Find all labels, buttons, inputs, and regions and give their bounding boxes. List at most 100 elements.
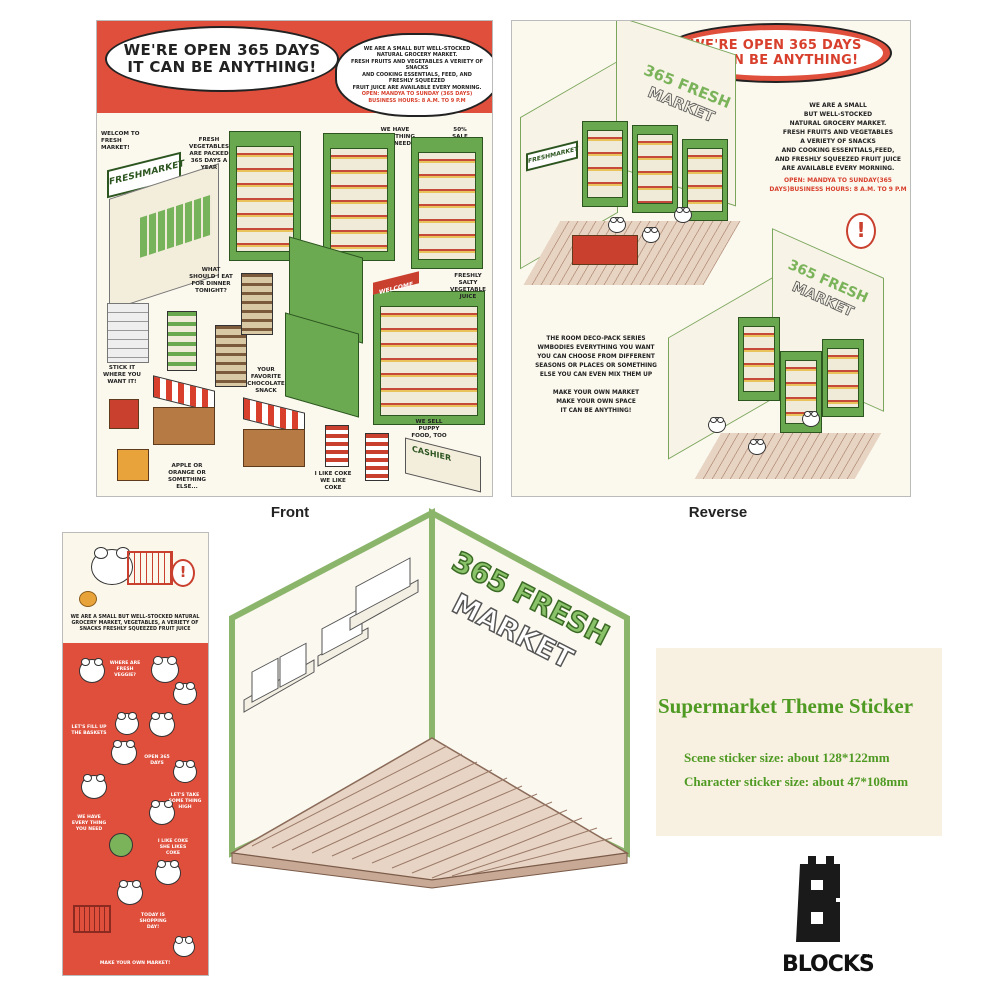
character-note-6: I LIKE COKE SHE LIKES COKE — [157, 839, 189, 856]
front-coke-note: I LIKE COKE WE LIKE COKE — [314, 471, 352, 491]
front-intro-line3: FRESH FRUITS AND VEGETABLES A VERIETY OF… — [351, 58, 484, 72]
reverse-series-line2: WMBODIES EVERYTHING YOU WANT — [537, 345, 655, 351]
product-info-box: Supermarket Theme Sticker Scene sticker … — [656, 648, 942, 836]
front-headline-line2: IT CAN BE ANYTHING! — [127, 58, 317, 76]
reverse-make-line3: IT CAN BE ANYTHING! — [560, 408, 632, 414]
reverse-make-line2: MAKE YOUR OWN SPACE — [556, 399, 636, 405]
reverse-room2-shelf-3 — [822, 339, 864, 417]
front-dinner-note: WHAT SHOULD I EAT FOR DINNER TONIGHT? — [189, 267, 233, 294]
reverse-room2-floor — [694, 433, 882, 479]
front-corner-shelf — [373, 291, 485, 425]
character-bear-11 — [117, 879, 143, 905]
front-display-rack-2 — [365, 433, 389, 481]
reverse-room2-shelf-1 — [738, 317, 780, 401]
reverse-intro-line3: NATURAL GROCERY MARKET. — [789, 120, 887, 127]
character-size-text: Character sticker size: about 47*108mm — [684, 774, 909, 789]
character-shopping-cart — [127, 551, 173, 585]
product-title: Supermarket Theme Sticker — [658, 694, 914, 718]
reverse-series-line5: ELSE YOU CAN EVEN MIX THEM UP — [539, 372, 653, 378]
reverse-room1-bear-2 — [642, 226, 660, 243]
front-shelf-3 — [411, 137, 483, 269]
reverse-sticker-sheet: WE'RE OPEN 365 DAYS IT CAN BE ANYTHING! … — [511, 20, 911, 497]
reverse-intro-line8: ARE AVAILABLE EVERY MORNING. — [781, 165, 895, 172]
reverse-intro-line2: BUT WELL-STOCKED — [803, 111, 873, 118]
character-intro: WE ARE A SMALL BUT WELL-STOCKED NATURAL … — [70, 615, 200, 633]
front-cashier-text: CASHIER — [412, 444, 452, 464]
front-chocolate-note: YOUR FAVORITE CHOCOLATE SNACK — [247, 367, 285, 394]
character-bear-7 — [173, 760, 197, 783]
reverse-intro-line7: AND FRESHLY SQUEEZED FRUIT JUICE — [774, 156, 902, 163]
character-note-7: TODAY IS SHOPPING DAY! — [139, 913, 167, 930]
character-note-4: LET'S TAKE SOME THING HIGH — [168, 793, 202, 810]
reverse-intro-line4: FRESH FRUITS AND VEGETABLES — [782, 129, 894, 136]
blocks-logo: BLOCKS TM — [778, 852, 875, 982]
front-orange-crate — [117, 449, 149, 481]
front-bottle-rack — [167, 311, 197, 371]
character-bear-3 — [173, 682, 197, 705]
front-stall-1 — [153, 407, 215, 445]
blocks-logo-word: BLOCKS — [782, 952, 875, 977]
reverse-make-line1: MAKE YOUR OWN MARKET — [552, 390, 640, 396]
front-apple-crate — [109, 399, 139, 429]
character-bear-2 — [151, 655, 179, 683]
front-snack-stack — [107, 303, 149, 363]
reverse-series-text: THE ROOM DECO-PACK SERIES WMBODIES EVERY… — [528, 335, 664, 416]
reverse-series-line1: THE ROOM DECO-PACK SERIES — [546, 336, 646, 342]
reverse-caption: Reverse — [688, 504, 748, 521]
character-cart-2 — [73, 905, 111, 933]
front-intro-bubble: WE ARE A SMALL BUT WELL-STOCKED NATURAL … — [335, 33, 492, 117]
character-note-1: WHERE ARE FRESH VEGGIE? — [109, 661, 141, 678]
reverse-room2-bear-2 — [748, 438, 766, 455]
front-headline-bubble: WE'RE OPEN 365 DAYS IT CAN BE ANYTHING! — [105, 26, 339, 92]
character-bear-10 — [155, 859, 181, 885]
reverse-hours-line1: OPEN: MANDYA TO SUNDAY(365 — [784, 177, 892, 184]
reverse-room1-bear-3 — [674, 206, 692, 223]
front-stick-it-note: STICK IT WHERE YOU WANT IT! — [103, 365, 141, 385]
character-bottom-note: MAKE YOUR OWN MARKET! — [99, 961, 171, 966]
character-bear-12 — [173, 936, 195, 957]
blocks-logo-mark — [796, 856, 840, 942]
character-note-5: WE HAVE EVERY THING YOU NEED — [71, 815, 107, 832]
front-sticker-sheet: WE'RE OPEN 365 DAYS IT CAN BE ANYTHING! … — [96, 20, 493, 497]
scene-size-text: Scene sticker size: about 128*122mm — [684, 750, 890, 765]
reverse-room2-bear-1 — [708, 416, 726, 433]
front-headline-line1: WE'RE OPEN 365 DAYS — [123, 41, 321, 59]
reverse-room2-bear-3 — [802, 410, 820, 427]
character-red-panel: WHERE ARE FRESH VEGGIE? LET'S FILL UP TH… — [63, 643, 208, 975]
character-bear-4 — [115, 712, 139, 735]
character-sticker-sheet: ! WE ARE A SMALL BUT WELL-STOCKED NATURA… — [62, 532, 209, 976]
character-green-blob — [109, 833, 133, 857]
front-hours-line2: BUSINESS HOURS: 8 A.M. TO 9 P.M — [368, 97, 466, 104]
character-note-2: LET'S FILL UP THE BASKETS — [71, 725, 107, 736]
character-fruit — [79, 591, 97, 607]
reverse-intro-line1: WE ARE A SMALL — [809, 102, 867, 109]
front-apple-note: APPLE OR ORANGE OR SOMETHING ELSE... — [167, 463, 207, 490]
character-note-3: OPEN 365 DAYS — [144, 755, 170, 766]
character-exclaim-icon: ! — [171, 559, 195, 587]
reverse-series-line4: SEASONS OR PLACES OR SOMETHING — [535, 363, 657, 369]
character-top-panel: ! WE ARE A SMALL BUT WELL-STOCKED NATURA… — [63, 533, 208, 643]
character-bear-5 — [111, 739, 137, 765]
reverse-intro: WE ARE A SMALL BUT WELL-STOCKED NATURAL … — [768, 101, 908, 194]
blocks-logo-tm: TM — [862, 954, 870, 960]
reverse-exclaim-bubble: ! — [846, 213, 876, 249]
reverse-intro-line6: AND COOKING ESSENTIALS,FEED, — [781, 147, 895, 154]
front-juice-note: FRESHLY SALTY VEGETABLE JUICE — [450, 273, 486, 300]
front-intro-line4: AND COOKING ESSENTIALS, FEED, AND FRESHL… — [362, 71, 472, 85]
reverse-room1-shelf-2 — [632, 125, 678, 213]
front-display-rack — [325, 425, 349, 467]
front-welcome-note: WELCOM TO FRESH MARKET! — [101, 131, 140, 151]
reverse-series-line3: YOU CAN CHOOSE FROM DIFFERENT — [537, 354, 655, 360]
front-can-rack-2 — [241, 273, 273, 335]
character-bear-6 — [149, 711, 175, 737]
character-bear-8 — [81, 773, 107, 799]
front-shelf-2 — [323, 133, 395, 261]
reverse-hours-line2: DAYS)BUSINESS HOURS: 8 A.M. TO 9 P.M — [769, 186, 907, 193]
reverse-room1-bear-1 — [608, 216, 626, 233]
reverse-intro-line5: A VERIETY OF SNACKS — [800, 138, 876, 145]
front-cashier-counter: CASHIER — [405, 437, 481, 493]
front-puppy-note: WE SELL PUPPY FOOD, TOO — [411, 419, 447, 439]
character-bear-1 — [79, 657, 105, 683]
front-hours-line1: OPEN: MANDYA TO SUNDAY (365 DAYS) — [361, 91, 473, 98]
reverse-room1-crates — [572, 235, 638, 265]
